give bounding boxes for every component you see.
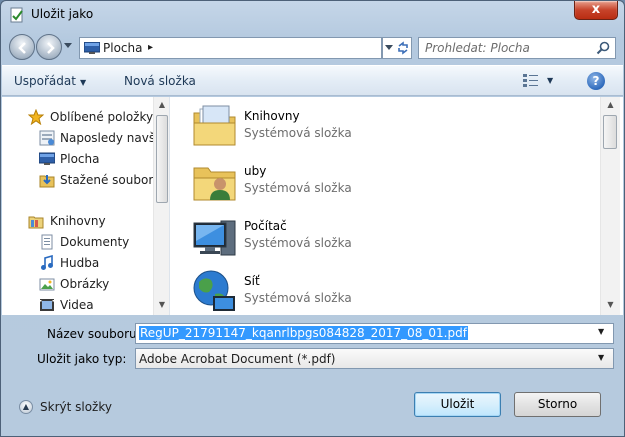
- search-input[interactable]: Prohledat: Plocha: [425, 41, 530, 55]
- filename-dropdown-icon[interactable]: ▼: [598, 327, 604, 336]
- libraries-icon: [28, 216, 44, 229]
- change-view-icon[interactable]: [522, 73, 540, 89]
- desktop-location-icon: [84, 42, 100, 54]
- nav-recent-places-label: Naposledy navštívená místa: [60, 131, 156, 145]
- nav-music-label: Hudba: [60, 256, 100, 270]
- nav-favorites[interactable]: Oblíbené položky: [2, 107, 156, 127]
- filetype-value: Adobe Acrobat Document (*.pdf): [139, 352, 336, 366]
- nav-recent-places[interactable]: Naposledy navštívená místa: [2, 128, 156, 148]
- recent-locations-dropdown-icon[interactable]: [64, 43, 72, 48]
- file-name: uby: [244, 164, 267, 178]
- title-bar[interactable]: Uložit jako x: [1, 1, 624, 29]
- content-scroll-thumb[interactable]: [603, 115, 617, 149]
- documents-icon: [41, 234, 53, 250]
- filetype-label: Uložit jako typ:: [37, 352, 127, 366]
- computer-icon: [193, 220, 236, 256]
- back-button[interactable]: [9, 34, 35, 60]
- nav-documents[interactable]: Dokumenty: [2, 232, 156, 252]
- address-location[interactable]: Plocha: [103, 41, 142, 55]
- downloads-icon: [39, 175, 55, 188]
- libraries-folder-icon: [193, 105, 236, 146]
- scroll-up-icon[interactable]: ▲: [154, 97, 169, 113]
- nav-documents-label: Dokumenty: [60, 235, 130, 249]
- nav-downloads-label: Stažené soubory: [60, 173, 156, 187]
- scroll-down-icon[interactable]: ▼: [601, 297, 620, 313]
- forward-arrow-icon: [47, 42, 55, 54]
- videos-icon: [40, 299, 54, 311]
- search-box[interactable]: Prohledat: Plocha: [418, 37, 616, 59]
- filename-field[interactable]: RegUP_21791147_kqanrlbpgs084828_2017_08_…: [135, 323, 614, 344]
- music-icon: [41, 255, 53, 270]
- content-area: Oblíbené položky Naposledy navštívená mí…: [2, 97, 623, 315]
- organize-button[interactable]: Uspořádat ▼: [14, 74, 86, 88]
- breadcrumb-arrow-icon[interactable]: ▸: [148, 42, 153, 53]
- nav-pictures[interactable]: Obrázky: [2, 274, 156, 294]
- scroll-up-icon[interactable]: ▲: [601, 97, 620, 113]
- view-options-dropdown-icon[interactable]: ▼: [547, 76, 553, 85]
- file-name: Síť: [244, 274, 260, 288]
- chevron-down-icon[interactable]: ▼: [598, 353, 604, 362]
- nav-pane-scrollbar[interactable]: ▲ ▼: [153, 97, 169, 315]
- file-name: Počítač: [244, 219, 287, 233]
- desktop-icon: [39, 152, 55, 165]
- recent-places-icon: [39, 130, 55, 146]
- address-history-dropdown-icon[interactable]: [385, 45, 393, 50]
- command-toolbar: Uspořádat ▼ Nová složka ▼ ?: [2, 65, 623, 96]
- save-button[interactable]: Uložit: [414, 392, 501, 417]
- nav-desktop-label: Plocha: [60, 152, 100, 166]
- organize-label: Uspořádat: [14, 74, 76, 88]
- nav-desktop[interactable]: Plocha: [2, 149, 156, 169]
- nav-scroll-thumb[interactable]: [156, 115, 168, 203]
- file-type: Systémová složka: [244, 181, 352, 195]
- address-controls: [382, 37, 412, 59]
- refresh-icon[interactable]: [396, 41, 410, 55]
- close-button[interactable]: x: [574, 1, 618, 20]
- new-folder-button[interactable]: Nová složka: [124, 74, 196, 88]
- help-icon[interactable]: ?: [587, 72, 605, 90]
- filetype-select[interactable]: Adobe Acrobat Document (*.pdf) ▼: [135, 348, 614, 369]
- nav-music[interactable]: Hudba: [2, 253, 156, 273]
- nav-videos-label: Videa: [60, 298, 94, 312]
- file-item-user[interactable]: uby Systémová složka: [191, 158, 571, 206]
- filename-value[interactable]: RegUP_21791147_kqanrlbpgs084828_2017_08_…: [139, 326, 468, 340]
- collapse-up-icon: ▲: [19, 400, 33, 414]
- nav-libraries[interactable]: Knihovny: [2, 211, 156, 231]
- search-icon[interactable]: [596, 41, 610, 55]
- forward-button[interactable]: [36, 34, 62, 60]
- file-name: Knihovny: [244, 109, 300, 123]
- chevron-down-icon: ▼: [79, 78, 87, 87]
- app-icon: [10, 7, 23, 23]
- nav-pictures-label: Obrázky: [60, 277, 110, 291]
- nav-videos[interactable]: Videa: [2, 295, 156, 315]
- file-item-network[interactable]: Síť Systémová složka: [191, 268, 571, 316]
- file-item-computer[interactable]: Počítač Systémová složka: [191, 213, 571, 261]
- nav-favorites-label: Oblíbené položky: [50, 110, 154, 124]
- save-as-dialog: Uložit jako x Plocha ▸ Prohledat: Plocha…: [0, 0, 625, 437]
- window-title: Uložit jako: [31, 7, 94, 21]
- content-scrollbar[interactable]: ▲ ▼: [600, 97, 620, 315]
- user-folder-icon: [193, 167, 236, 201]
- file-item-libraries[interactable]: Knihovny Systémová složka: [191, 103, 571, 151]
- pictures-icon: [39, 278, 55, 291]
- nav-libraries-label: Knihovny: [50, 214, 106, 228]
- file-type: Systémová složka: [244, 291, 352, 305]
- scroll-down-icon[interactable]: ▼: [154, 297, 169, 313]
- filename-label: Název souboru:: [47, 327, 141, 341]
- nav-downloads[interactable]: Stažené soubory: [2, 170, 156, 190]
- back-arrow-icon: [18, 42, 26, 54]
- file-type: Systémová složka: [244, 236, 352, 250]
- cancel-button[interactable]: Storno: [514, 392, 601, 417]
- star-icon: [28, 109, 44, 125]
- network-icon: [193, 270, 235, 311]
- file-type: Systémová složka: [244, 126, 352, 140]
- hide-folders-label: Skrýt složky: [40, 400, 112, 414]
- navigation-pane: Oblíbené položky Naposledy navštívená mí…: [2, 97, 170, 315]
- address-bar[interactable]: Plocha ▸: [79, 37, 382, 59]
